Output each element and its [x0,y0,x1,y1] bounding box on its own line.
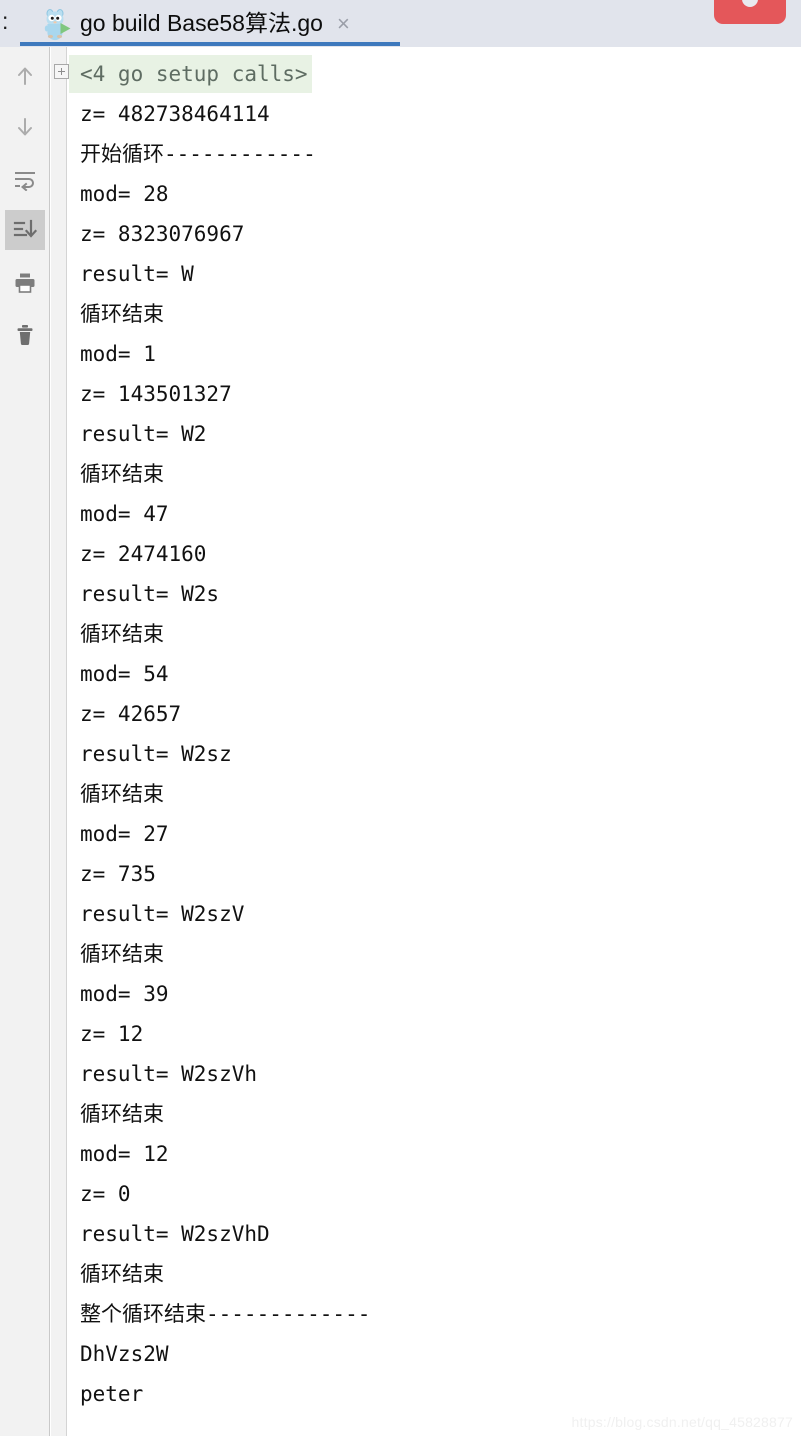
console-line: z= 12 [80,1022,144,1046]
stop-button-notch [742,0,758,7]
console-line: mod= 47 [80,502,169,526]
expand-fold-icon[interactable] [54,64,69,79]
toolbar-item-scroll-to-end[interactable] [5,210,45,250]
tab-title: go build Base58算法.go [80,10,323,36]
down-arrow-icon [13,115,37,139]
console-line: result= W2 [80,422,207,446]
toolbar-item-down-arrow[interactable] [5,107,45,147]
console-line: 循环结束 [80,782,164,806]
console-line: result= W2szVh [80,1062,258,1086]
run-console-window: : go build Base58算法.go × <4 go setup cal… [0,0,801,1436]
console-line: z= 482738464114 [80,102,270,126]
go-gopher-run-icon [40,7,74,41]
console-line: result= W2szVhD [80,1222,270,1246]
toolbar-item-soft-wrap[interactable] [5,159,45,199]
console-line: mod= 39 [80,982,169,1006]
soft-wrap-icon [13,167,37,191]
tab-active-indicator [20,42,400,46]
console-line: result= W2sz [80,742,232,766]
console-toolbar [0,47,50,1436]
folded-placeholder[interactable]: <4 go setup calls> [69,55,312,93]
tab-go-build[interactable]: go build Base58算法.go × [20,0,400,47]
close-icon[interactable]: × [337,12,350,35]
console-line: 循环结束 [80,622,164,646]
console-line: DhVzs2W [80,1342,169,1366]
print-icon [13,271,37,295]
console-line: 循环结束 [80,462,164,486]
trash-icon [13,323,37,347]
toolbar-item-print[interactable] [5,263,45,303]
scroll-to-end-icon [13,218,37,242]
console-line: 循环结束 [80,302,164,326]
stop-button[interactable] [714,0,786,24]
toolbar-item-clear-all[interactable] [5,315,45,355]
console-line: 开始循环------------ [80,142,316,166]
console-output-area[interactable]: <4 go setup calls> z= 482738464114 开始循环-… [51,47,801,1436]
toolbar-item-up-arrow[interactable] [5,56,45,96]
folded-line-row: <4 go setup calls> [69,54,799,94]
console-line: 循环结束 [80,1102,164,1126]
console-line: mod= 28 [80,182,169,206]
up-arrow-icon [13,64,37,88]
console-line: mod= 27 [80,822,169,846]
console-line: 循环结束 [80,942,164,966]
tabbar-prefix-label: : [2,8,9,34]
console-line: z= 8323076967 [80,222,245,246]
console-line: z= 0 [80,1182,131,1206]
console-line: result= W [80,262,194,286]
watermark-text: https://blog.csdn.net/qq_45828877 [571,1414,793,1430]
console-line: peter [80,1382,144,1406]
console-line: z= 735 [80,862,156,886]
console-gutter [51,47,69,1436]
console-line: 循环结束 [80,1262,164,1286]
console-line: 整个循环结束------------- [80,1302,371,1326]
console-line: z= 143501327 [80,382,232,406]
console-line: z= 42657 [80,702,182,726]
console-line: mod= 12 [80,1142,169,1166]
console-line: z= 2474160 [80,542,207,566]
tab-bar: : go build Base58算法.go × [0,0,801,47]
console-line: mod= 1 [80,342,156,366]
console-line: result= W2s [80,582,220,606]
console-line: mod= 54 [80,662,169,686]
console-lines: <4 go setup calls> z= 482738464114 开始循环-… [69,54,799,1414]
console-line: result= W2szV [80,902,245,926]
